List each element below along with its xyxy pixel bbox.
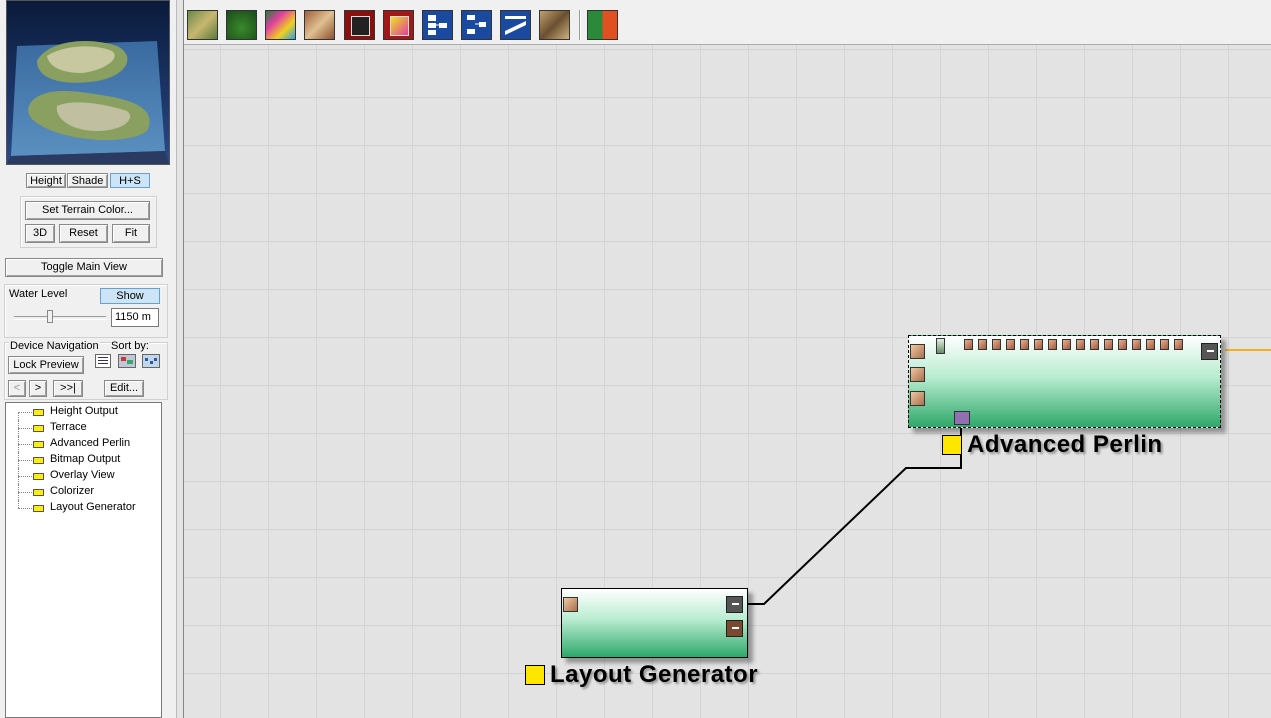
hs-view-button[interactable]: H+S [110,173,150,188]
tree-item[interactable]: Terrace [6,420,161,436]
water-level-slider-track[interactable] [14,316,106,320]
param-port[interactable] [1048,339,1057,350]
height-view-button[interactable]: Height [26,173,66,188]
node-canvas[interactable]: Advanced Perlin Layout Generator [184,45,1271,718]
param-port[interactable] [1104,339,1113,350]
save-color-icon[interactable] [383,10,414,40]
node-status-indicator[interactable] [525,665,545,685]
sort-tree-icon[interactable] [142,354,160,368]
tree-layout-icon[interactable] [422,10,453,40]
shade-view-button[interactable]: Shade [67,173,108,188]
layout-generator-node[interactable] [561,588,748,658]
tree-item[interactable]: Layout Generator [6,500,161,516]
device-tree[interactable]: Height Output Terrace Advanced Perlin Bi… [5,402,162,718]
set-terrain-color-button[interactable]: Set Terrain Color... [25,201,150,220]
toolbar-separator [579,10,581,40]
nav-prev-button[interactable]: < [8,380,26,397]
tree-item[interactable]: Height Output [6,404,161,420]
input-port[interactable] [563,597,578,612]
nav-next-button[interactable]: > [29,380,47,397]
mask-port[interactable] [954,411,970,425]
device-chip-icon [33,457,44,464]
secondary-output-port[interactable] [726,620,743,637]
tree-item[interactable]: Colorizer [6,484,161,500]
rock-texture-icon[interactable] [539,10,570,40]
param-port[interactable] [1034,339,1043,350]
fit-button[interactable]: Fit [112,224,150,243]
param-port[interactable] [1160,339,1169,350]
input-port[interactable] [910,367,925,382]
param-port[interactable] [1132,339,1141,350]
nav-last-button[interactable]: >>| [53,380,83,397]
sort-list-icon[interactable] [95,354,111,368]
rainbow-terrain-icon[interactable] [265,10,296,40]
advanced-perlin-node[interactable] [908,335,1221,428]
input-port[interactable] [910,391,925,406]
save-red-icon[interactable] [344,10,375,40]
param-port[interactable] [1020,339,1029,350]
terrain-green-icon[interactable] [226,10,257,40]
water-level-label: Water Level [9,288,68,300]
terrain-preview[interactable] [6,0,170,165]
water-level-slider-thumb[interactable] [46,310,53,323]
terrain-preview-image [7,1,169,164]
param-port[interactable] [964,339,973,350]
device-chip-icon [33,473,44,480]
tree-item[interactable]: Bitmap Output [6,452,161,468]
param-port[interactable] [978,339,987,350]
water-level-input[interactable]: 1150 m [111,308,159,327]
param-port[interactable] [1006,339,1015,350]
param-port[interactable] [1146,339,1155,350]
output-port[interactable] [1201,343,1218,360]
param-port[interactable] [992,339,1001,350]
param-port[interactable] [1076,339,1085,350]
texture-icon[interactable] [304,10,335,40]
reset-button[interactable]: Reset [59,224,108,243]
node-status-indicator[interactable] [942,435,962,455]
panel-splitter[interactable] [176,0,184,718]
device-chip-icon [33,425,44,432]
device-chip-icon [33,505,44,512]
slope-icon[interactable] [500,10,531,40]
layout-generator-title: Layout Generator [550,661,759,688]
device-chip-icon [33,489,44,496]
show-water-button[interactable]: Show [100,288,160,304]
tree-item[interactable]: Overlay View [6,468,161,484]
sort-by-label: Sort by: [111,340,149,352]
device-chip-icon [33,409,44,416]
param-port[interactable] [1174,339,1183,350]
device-navigation-label: Device Navigation [9,340,100,352]
left-panel: Height Shade H+S Set Terrain Color... 3D… [0,0,176,718]
connection-wire[interactable] [747,426,962,605]
edit-button[interactable]: Edit... [104,380,144,397]
3d-button[interactable]: 3D [25,224,55,243]
toolbar [184,5,1271,45]
lock-preview-button[interactable]: Lock Preview [8,356,84,374]
branch-layout-icon[interactable] [461,10,492,40]
sort-type-icon[interactable] [118,354,136,368]
output-port[interactable] [726,596,743,613]
toggle-main-view-button[interactable]: Toggle Main View [5,258,163,277]
param-port[interactable] [1118,339,1127,350]
input-port[interactable] [910,344,925,359]
param-port[interactable] [1062,339,1071,350]
terrain-map-icon[interactable] [187,10,218,40]
device-chip-icon [33,441,44,448]
advanced-perlin-title: Advanced Perlin [967,431,1163,458]
tree-item[interactable]: Advanced Perlin [6,436,161,452]
param-port[interactable] [1090,339,1099,350]
mini-port[interactable] [936,338,945,354]
color-gradient-icon[interactable] [587,10,618,40]
